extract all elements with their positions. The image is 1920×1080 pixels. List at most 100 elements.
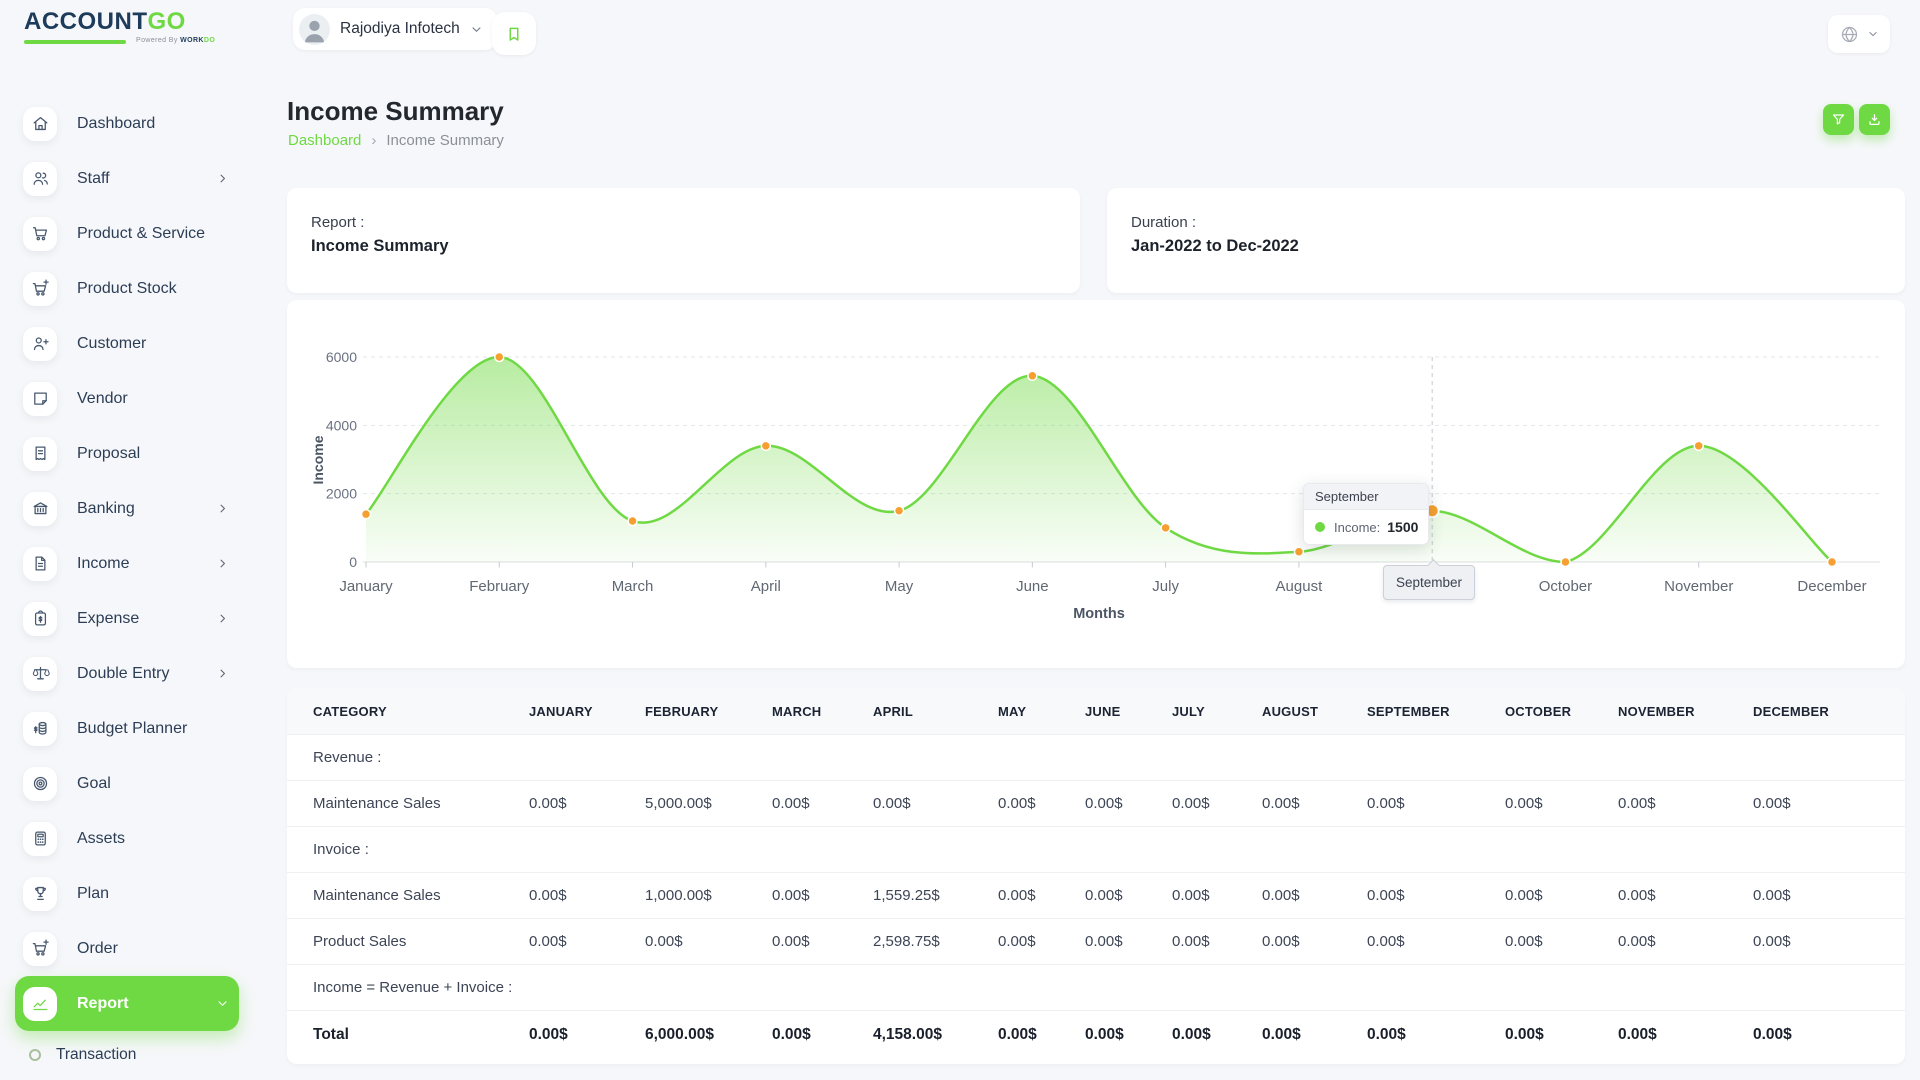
report-card-value: Income Summary xyxy=(311,237,1080,256)
cell-value xyxy=(873,965,998,1011)
sidebar-item-double-entry[interactable]: Double Entry xyxy=(15,646,239,701)
cart-icon xyxy=(23,217,57,251)
cell-value: 0.00$ xyxy=(772,873,873,919)
table-column-header: NOVEMBER xyxy=(1618,688,1753,735)
sidebar-item-order[interactable]: Order xyxy=(15,921,239,976)
svg-text:March: March xyxy=(612,578,654,595)
sidebar-item-income[interactable]: Income xyxy=(15,536,239,591)
sidebar-item-plan[interactable]: Plan xyxy=(15,866,239,921)
sidebar-item-staff[interactable]: Staff xyxy=(15,151,239,206)
table-column-header: APRIL xyxy=(873,688,998,735)
sidebar-item-goal[interactable]: Goal xyxy=(15,756,239,811)
breadcrumb-current: Income Summary xyxy=(386,132,504,149)
income-area-chart[interactable]: 0200040006000JanuaryFebruaryMarchAprilMa… xyxy=(287,300,1905,668)
sidebar-item-report[interactable]: Report xyxy=(15,976,239,1031)
cell-value xyxy=(873,827,998,873)
cell-value: 0.00$ xyxy=(772,781,873,827)
cell-value xyxy=(1618,735,1753,781)
cell-value: 0.00$ xyxy=(1618,919,1753,965)
duration-card-value: Jan-2022 to Dec-2022 xyxy=(1131,237,1905,256)
sidebar-item-proposal[interactable]: Proposal xyxy=(15,426,239,481)
cell-value: 0.00$ xyxy=(529,781,645,827)
cell-value xyxy=(645,827,772,873)
table-column-header: OCTOBER xyxy=(1505,688,1618,735)
cell-value xyxy=(772,827,873,873)
row-label: Total xyxy=(287,1011,529,1059)
globe-icon xyxy=(1839,24,1860,45)
cell-value: 0.00$ xyxy=(998,781,1085,827)
cell-value xyxy=(1085,735,1172,781)
svg-text:July: July xyxy=(1152,578,1179,595)
sidebar-item-banking[interactable]: Banking xyxy=(15,481,239,536)
cell-value: 0.00$ xyxy=(1753,873,1905,919)
sidebar-item-budget-planner[interactable]: Budget Planner xyxy=(15,701,239,756)
cell-value: 0.00$ xyxy=(1172,1011,1262,1059)
chart-tooltip-title: September xyxy=(1304,484,1428,510)
svg-text:Months: Months xyxy=(1073,606,1125,622)
sidebar-item-dashboard[interactable]: Dashboard xyxy=(15,96,239,151)
cell-value: 0.00$ xyxy=(529,873,645,919)
cart-plus-icon xyxy=(23,272,57,306)
download-button[interactable] xyxy=(1859,104,1890,135)
users-icon xyxy=(23,162,57,196)
svg-text:June: June xyxy=(1016,578,1049,595)
income-summary-table: CATEGORYJANUARYFEBRUARYMARCHAPRILMAYJUNE… xyxy=(287,688,1905,1058)
table-row-section: Income = Revenue + Invoice : xyxy=(287,965,1905,1011)
cell-value: 0.00$ xyxy=(1085,919,1172,965)
sidebar-item-product-stock[interactable]: Product Stock xyxy=(15,261,239,316)
table-row-data: Product Sales0.00$0.00$0.00$2,598.75$0.0… xyxy=(287,919,1905,965)
svg-text:Income: Income xyxy=(310,435,326,484)
cell-value: 0.00$ xyxy=(1172,781,1262,827)
sidebar-item-vendor[interactable]: Vendor xyxy=(15,371,239,426)
app-logo[interactable]: ACCOUNTGO Powered By WORKDO xyxy=(24,10,234,44)
cell-value: 0.00$ xyxy=(1172,919,1262,965)
sidebar-item-expense[interactable]: Expense xyxy=(15,591,239,646)
table-column-header: JULY xyxy=(1172,688,1262,735)
chart-line-icon xyxy=(23,987,57,1021)
sidebar-subitem-transaction[interactable]: Transaction xyxy=(29,1046,265,1064)
page-title: Income Summary xyxy=(287,96,504,127)
scales-icon xyxy=(23,657,57,691)
cell-value: 0.00$ xyxy=(1753,1011,1905,1059)
cell-value: 0.00$ xyxy=(1505,1011,1618,1059)
cell-value: 0.00$ xyxy=(1753,919,1905,965)
company-name: Rajodiya Infotech xyxy=(340,20,460,38)
cell-value xyxy=(772,735,873,781)
cell-value: 0.00$ xyxy=(1618,873,1753,919)
company-selector[interactable]: Rajodiya Infotech xyxy=(293,8,497,50)
breadcrumb-dashboard-link[interactable]: Dashboard xyxy=(288,132,361,149)
svg-text:January: January xyxy=(339,578,393,595)
chevron-down-icon xyxy=(216,997,229,1010)
sidebar-item-product-service[interactable]: Product & Service xyxy=(15,206,239,261)
language-selector[interactable] xyxy=(1828,15,1890,53)
chevron-right-icon xyxy=(216,667,229,680)
cell-value xyxy=(1618,827,1753,873)
bookmark-button[interactable] xyxy=(492,12,536,55)
svg-text:February: February xyxy=(469,578,530,595)
series-dot-icon xyxy=(1315,522,1325,532)
svg-text:October: October xyxy=(1539,578,1592,595)
breadcrumb: Dashboard › Income Summary xyxy=(288,132,504,149)
cell-value: 0.00$ xyxy=(1618,1011,1753,1059)
sidebar-item-customer[interactable]: Customer xyxy=(15,316,239,371)
cell-value xyxy=(1753,735,1905,781)
filter-button[interactable] xyxy=(1823,104,1854,135)
cell-value: 0.00$ xyxy=(998,873,1085,919)
cell-value xyxy=(1172,965,1262,1011)
duration-card-label: Duration : xyxy=(1131,214,1905,231)
chevron-right-icon xyxy=(216,172,229,185)
table-column-header: AUGUST xyxy=(1262,688,1367,735)
cell-value xyxy=(1172,827,1262,873)
breadcrumb-separator-icon: › xyxy=(371,132,376,149)
cell-value xyxy=(1262,735,1367,781)
cell-value: 0.00$ xyxy=(1262,781,1367,827)
logo-underline xyxy=(24,40,126,44)
cart-plus-icon xyxy=(23,932,57,966)
sidebar-item-assets[interactable]: Assets xyxy=(15,811,239,866)
cell-value: 0.00$ xyxy=(529,919,645,965)
cell-value: 0.00$ xyxy=(1367,919,1505,965)
chevron-down-icon xyxy=(470,23,483,36)
receipt-icon xyxy=(23,437,57,471)
cell-value: 0.00$ xyxy=(1085,1011,1172,1059)
cell-value: 5,000.00$ xyxy=(645,781,772,827)
